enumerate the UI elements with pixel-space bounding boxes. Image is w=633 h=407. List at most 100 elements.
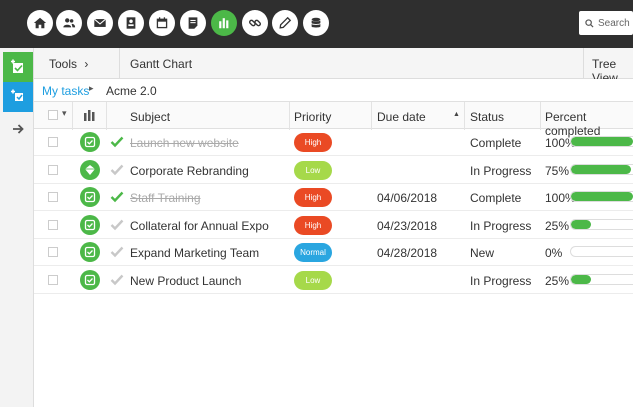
- row-checkbox[interactable]: [48, 219, 58, 230]
- progress-bar: [570, 191, 633, 202]
- column-priority[interactable]: Priority: [294, 110, 331, 124]
- complete-check-icon[interactable]: [110, 163, 124, 176]
- tools-label: Tools: [49, 57, 78, 71]
- table-row[interactable]: Expand Marketing Team Normal 04/28/2018 New…: [34, 239, 633, 266]
- task-subject[interactable]: Collateral for Annual Expo: [130, 219, 269, 233]
- task-check-icon[interactable]: [80, 132, 100, 152]
- row-checkbox[interactable]: [48, 247, 58, 257]
- status-text[interactable]: Complete: [470, 191, 521, 205]
- tools-menu[interactable]: Tools ›: [49, 57, 88, 71]
- task-subject[interactable]: New Product Launch: [130, 274, 241, 288]
- breadcrumb-current: Acme 2.0: [106, 84, 157, 98]
- progress-fill: [571, 274, 592, 284]
- column-divider: [72, 102, 73, 130]
- pen-icon[interactable]: [272, 10, 298, 36]
- gantt-chart-tab[interactable]: Gantt Chart: [130, 57, 192, 71]
- collapse-arrow-button[interactable]: [3, 114, 33, 144]
- due-date[interactable]: 04/06/2018: [377, 191, 437, 205]
- column-subject[interactable]: Subject: [130, 110, 170, 124]
- top-navigation-bar: Search: [0, 0, 633, 48]
- percent-text[interactable]: 25%: [545, 219, 569, 233]
- progress-bar: [570, 218, 633, 230]
- sort-ascending-icon[interactable]: ▲: [453, 111, 460, 118]
- priority-badge[interactable]: High: [294, 215, 332, 235]
- add-milestone-icon: [11, 89, 23, 101]
- percent-text[interactable]: 75%: [545, 164, 569, 178]
- priority-badge[interactable]: High: [294, 133, 332, 152]
- home-icon[interactable]: [27, 10, 53, 36]
- search-placeholder: Search: [598, 17, 630, 29]
- table-row[interactable]: Launch new website High Complete 100%: [34, 129, 633, 156]
- table-row[interactable]: Staff Training High 04/06/2018 Complete 100%: [34, 184, 633, 211]
- column-divider: [540, 102, 541, 130]
- progress-bar: [570, 273, 633, 285]
- toolbar: Tools › Gantt Chart Tree View ≡ ⁝: [34, 48, 633, 85]
- priority-badge[interactable]: Low: [294, 270, 332, 290]
- add-task-icon: [11, 59, 23, 73]
- complete-check-icon[interactable]: [110, 218, 124, 231]
- select-all-checkbox[interactable]: [48, 110, 58, 120]
- select-dropdown-icon[interactable]: ▾: [62, 108, 67, 119]
- complete-check-icon[interactable]: [110, 245, 124, 258]
- task-check-icon[interactable]: [80, 187, 100, 207]
- complete-check-icon[interactable]: [110, 190, 124, 203]
- type-column-icon: [84, 110, 95, 121]
- column-divider: [371, 102, 372, 130]
- task-check-icon[interactable]: [80, 269, 100, 290]
- priority-badge[interactable]: Low: [294, 160, 332, 180]
- task-subject[interactable]: Staff Training: [130, 191, 201, 205]
- table-row[interactable]: Collateral for Annual Expo High 04/23/2018…: [34, 212, 633, 239]
- table-row[interactable]: New Product Launch Low In Progress 25%: [34, 267, 633, 294]
- calendar-icon[interactable]: [149, 10, 175, 36]
- due-date[interactable]: 04/28/2018: [377, 246, 437, 260]
- toolbar-divider: [119, 48, 120, 79]
- status-text[interactable]: In Progress: [470, 164, 531, 178]
- breadcrumb-my-tasks[interactable]: My tasks: [42, 84, 89, 98]
- bar-chart-icon[interactable]: [211, 10, 237, 36]
- task-check-icon[interactable]: [80, 242, 100, 262]
- row-checkbox[interactable]: [48, 164, 58, 175]
- diamond-icon[interactable]: [80, 159, 100, 180]
- task-subject[interactable]: Expand Marketing Team: [130, 246, 259, 260]
- users-icon[interactable]: [56, 10, 82, 36]
- progress-fill: [571, 164, 632, 174]
- complete-check-icon[interactable]: [110, 135, 124, 148]
- task-subject[interactable]: Launch new website: [130, 136, 239, 150]
- contact-card-icon[interactable]: [118, 10, 144, 36]
- priority-badge[interactable]: High: [294, 188, 332, 207]
- add-task-button[interactable]: [3, 52, 33, 82]
- table-row[interactable]: Corporate Rebranding Low In Progress 75%: [34, 157, 633, 184]
- search-icon: [585, 18, 594, 28]
- column-status[interactable]: Status: [470, 110, 504, 124]
- progress-fill: [571, 137, 633, 146]
- status-text[interactable]: Complete: [470, 136, 521, 150]
- progress-fill: [571, 192, 633, 201]
- arrow-right-icon: [13, 124, 24, 134]
- progress-bar: [570, 246, 633, 257]
- chevron-right-icon: ›: [84, 57, 89, 71]
- status-text[interactable]: New: [470, 246, 494, 260]
- column-divider: [289, 102, 290, 130]
- status-text[interactable]: In Progress: [470, 274, 531, 288]
- percent-text[interactable]: 0%: [545, 246, 562, 260]
- due-date[interactable]: 04/23/2018: [377, 219, 437, 233]
- task-check-icon[interactable]: [80, 214, 100, 235]
- task-subject[interactable]: Corporate Rebranding: [130, 164, 249, 178]
- row-checkbox[interactable]: [48, 192, 58, 202]
- complete-check-icon[interactable]: [110, 273, 124, 286]
- row-checkbox[interactable]: [48, 137, 58, 147]
- priority-badge[interactable]: Normal: [294, 243, 332, 262]
- add-milestone-button[interactable]: [3, 82, 33, 112]
- link-icon[interactable]: [242, 10, 268, 36]
- status-text[interactable]: In Progress: [470, 219, 531, 233]
- breadcrumb: My tasks ▸ Acme 2.0: [34, 79, 633, 101]
- progress-bar: [570, 136, 633, 147]
- database-icon[interactable]: [303, 10, 329, 36]
- notes-icon[interactable]: [180, 10, 206, 36]
- search-input[interactable]: Search: [579, 11, 633, 35]
- table-header: ▾ Subject Priority Due date ▲ Status Per…: [34, 101, 633, 138]
- mail-icon[interactable]: [87, 10, 113, 36]
- percent-text[interactable]: 25%: [545, 274, 569, 288]
- column-due-date[interactable]: Due date: [377, 110, 426, 124]
- row-checkbox[interactable]: [48, 274, 58, 285]
